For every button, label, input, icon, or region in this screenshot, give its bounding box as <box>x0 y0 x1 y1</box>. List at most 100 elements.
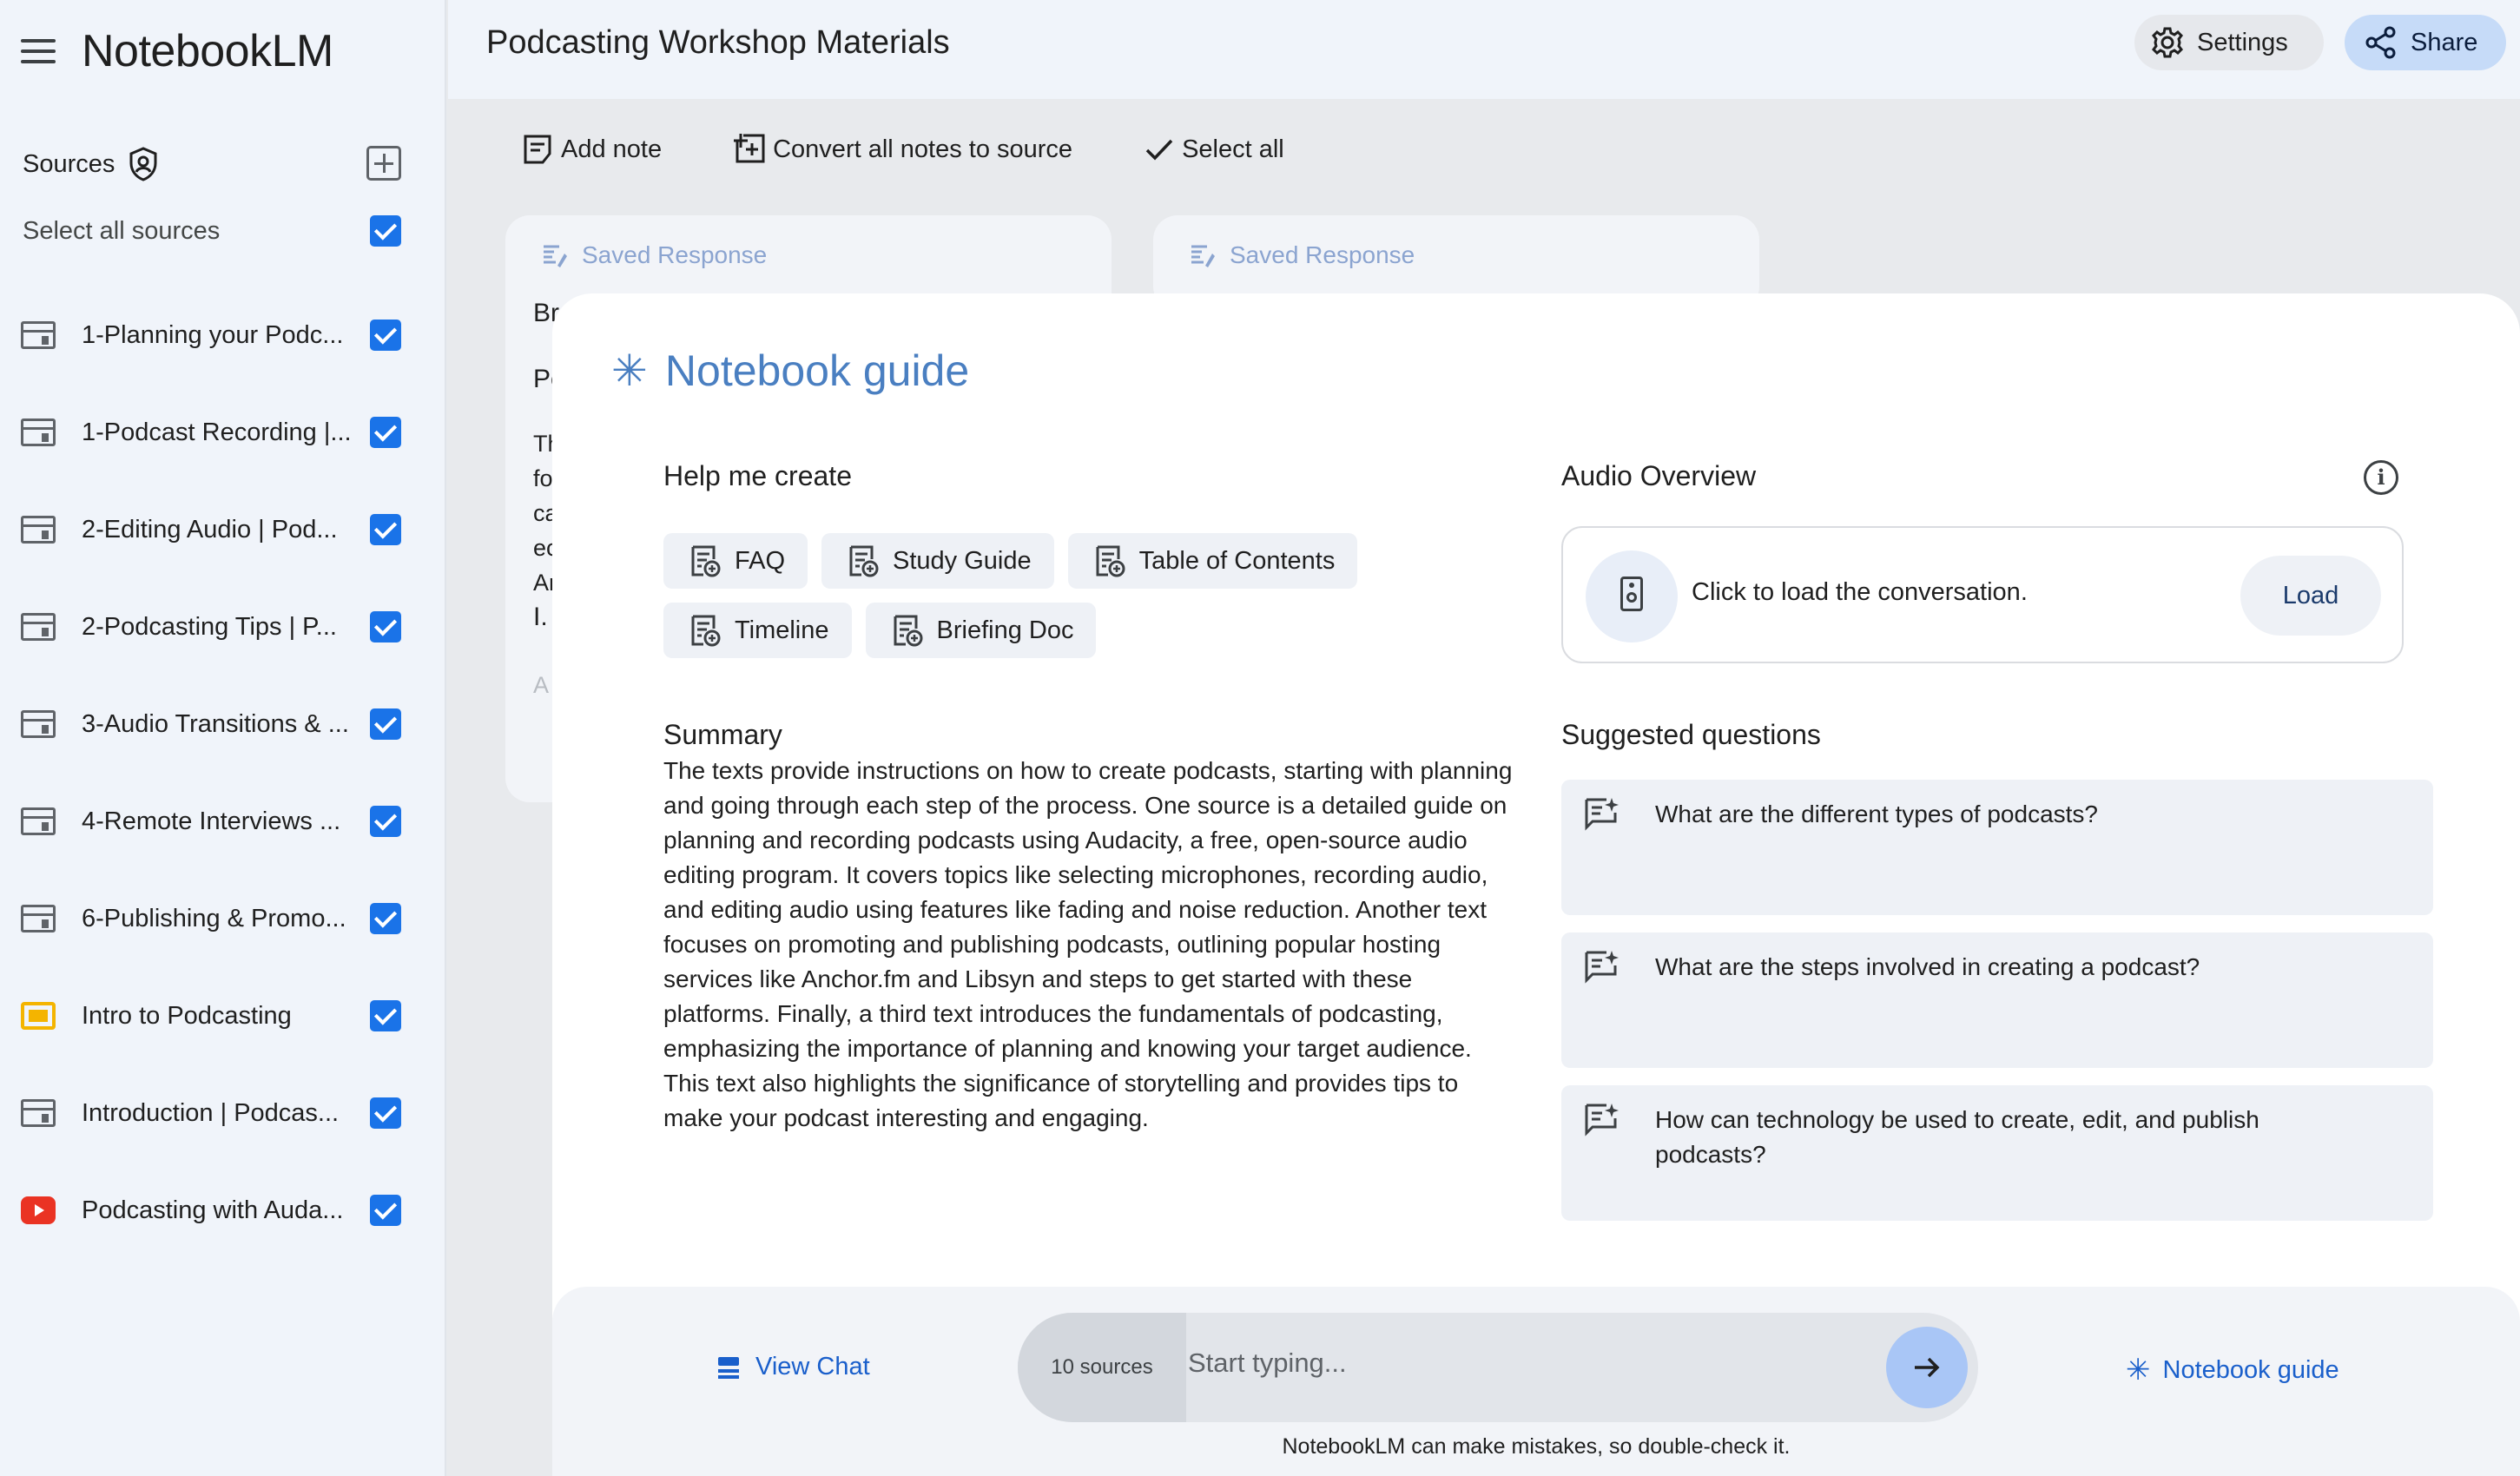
source-item[interactable]: Podcasting with Auda... <box>21 1162 405 1259</box>
source-list: 1-Planning your Podc... 1-Podcast Record… <box>21 287 405 1259</box>
view-chat-label: View Chat <box>755 1353 870 1380</box>
source-label: Introduction | Podcas... <box>82 1098 340 1127</box>
select-all-notes-button[interactable]: Select all <box>1142 132 1284 167</box>
suggested-questions-title: Suggested questions <box>1561 719 1821 750</box>
view-chat-button[interactable]: View Chat <box>716 1353 870 1381</box>
doc-icon <box>21 905 56 932</box>
add-source-button[interactable] <box>366 146 401 181</box>
table-of-contents-chip[interactable]: Table of Contents <box>1067 533 1358 589</box>
source-item[interactable]: 2-Editing Audio | Pod... <box>21 481 405 578</box>
source-checkbox[interactable] <box>370 903 401 934</box>
chat-input-pill: 10 sources <box>1018 1313 1978 1422</box>
card-text: A <box>533 672 550 698</box>
select-all-sources-label: Select all sources <box>23 216 221 245</box>
chip-label: Table of Contents <box>1138 546 1336 575</box>
source-checkbox[interactable] <box>370 514 401 545</box>
audio-overview-title: Audio Overview <box>1561 460 1757 491</box>
menu-icon[interactable] <box>21 39 56 63</box>
help-create-title: Help me create <box>663 460 852 491</box>
source-item[interactable]: Introduction | Podcas... <box>21 1064 405 1162</box>
add-note-label: Add note <box>561 135 663 163</box>
source-checkbox[interactable] <box>370 1000 401 1031</box>
source-checkbox[interactable] <box>370 320 401 351</box>
notebook-title[interactable]: Podcasting Workshop Materials <box>486 24 950 62</box>
note-add-icon <box>524 135 551 164</box>
load-button[interactable]: Load <box>2240 556 2381 636</box>
sources-count-badge[interactable]: 10 sources <box>1018 1313 1186 1422</box>
doc-add-icon <box>849 545 879 577</box>
source-label: 1-Podcast Recording |... <box>82 418 352 446</box>
question-chat-icon <box>1585 1104 1619 1137</box>
source-label: Podcasting with Auda... <box>82 1196 344 1224</box>
doc-add-icon <box>1096 545 1125 577</box>
faq-chip[interactable]: FAQ <box>663 533 808 589</box>
source-item[interactable]: 6-Publishing & Promo... <box>21 870 405 967</box>
source-checkbox[interactable] <box>370 1195 401 1226</box>
card-label: Saved Response <box>582 241 768 268</box>
card-header: Saved Response <box>1188 241 1415 269</box>
chat-input[interactable] <box>1188 1337 1883 1389</box>
timeline-chip[interactable]: Timeline <box>663 603 852 658</box>
gear-icon <box>2152 27 2183 58</box>
send-button[interactable] <box>1886 1327 1968 1408</box>
audio-prompt: Click to load the conversation. <box>1692 578 2028 606</box>
arrow-right-icon <box>1915 1357 1940 1378</box>
source-item[interactable]: 3-Audio Transitions & ... <box>21 675 405 773</box>
source-checkbox[interactable] <box>370 1097 401 1129</box>
question-chat-icon <box>1585 951 1619 984</box>
convert-notes-button[interactable]: Convert all notes to source <box>731 131 1072 168</box>
suggested-questions: What are the different types of podcasts… <box>1561 780 2433 1238</box>
suggested-question[interactable]: What are the different types of podcasts… <box>1561 780 2433 915</box>
brand: NotebookLM <box>21 19 333 83</box>
source-checkbox[interactable] <box>370 611 401 642</box>
chat-bar: View Chat 10 sources ✳ Notebook guide No… <box>552 1287 2520 1476</box>
convert-notes-label: Convert all notes to source <box>773 135 1073 163</box>
question-text: How can technology be used to create, ed… <box>1655 1106 2259 1168</box>
doc-icon <box>21 1099 56 1127</box>
summary-title: Summary <box>663 719 782 750</box>
settings-button[interactable]: Settings <box>2134 15 2324 70</box>
doc-add-icon <box>894 615 923 647</box>
doc-icon <box>21 613 56 641</box>
notebook-guide-button[interactable]: ✳ Notebook guide <box>2126 1353 2339 1387</box>
sparkle-icon: ✳ <box>611 346 648 395</box>
select-all-sources[interactable]: Select all sources <box>23 212 405 250</box>
source-item[interactable]: 1-Planning your Podc... <box>21 287 405 384</box>
speaker-icon <box>1620 577 1643 611</box>
source-item[interactable]: 2-Podcasting Tips | P... <box>21 578 405 675</box>
source-checkbox[interactable] <box>370 417 401 448</box>
notebook-guide-label: Notebook guide <box>2162 1355 2339 1384</box>
source-item[interactable]: 4-Remote Interviews ... <box>21 773 405 870</box>
question-text: What are the steps involved in creating … <box>1655 953 2200 980</box>
audio-overview-card: Click to load the conversation. Load <box>1561 526 2404 663</box>
select-all-checkbox[interactable] <box>370 215 401 247</box>
guide-title: ✳ Notebook guide <box>611 346 969 396</box>
source-item[interactable]: 1-Podcast Recording |... <box>21 384 405 481</box>
add-note-button[interactable]: Add note <box>521 132 662 167</box>
source-checkbox[interactable] <box>370 708 401 740</box>
source-item[interactable]: Intro to Podcasting <box>21 967 405 1064</box>
source-label: Intro to Podcasting <box>82 1001 292 1030</box>
shield-icon <box>129 147 157 181</box>
info-icon[interactable]: i <box>2364 460 2398 495</box>
doc-icon <box>21 516 56 544</box>
chip-label: FAQ <box>735 546 786 575</box>
share-icon <box>2365 26 2396 59</box>
source-checkbox[interactable] <box>370 806 401 837</box>
chip-label: Study Guide <box>893 546 1032 575</box>
card-text: fo <box>533 465 553 491</box>
source-label: 4-Remote Interviews ... <box>82 807 341 835</box>
sidebar: NotebookLM Sources Select all sources 1-… <box>0 0 446 1476</box>
summary-text: The texts provide instructions on how to… <box>663 757 1513 1131</box>
suggested-question[interactable]: How can technology be used to create, ed… <box>1561 1085 2433 1221</box>
chat-list-icon <box>718 1356 739 1379</box>
guide-title-text: Notebook guide <box>664 346 970 395</box>
briefing-doc-chip[interactable]: Briefing Doc <box>865 603 1097 658</box>
study-guide-chip[interactable]: Study Guide <box>821 533 1054 589</box>
check-icon <box>1145 139 1173 161</box>
share-button[interactable]: Share <box>2345 15 2506 70</box>
sparkle-icon: ✳ <box>2126 1354 2151 1387</box>
slides-icon <box>21 1002 56 1030</box>
chip-label: Timeline <box>735 616 829 644</box>
suggested-question[interactable]: What are the steps involved in creating … <box>1561 932 2433 1068</box>
